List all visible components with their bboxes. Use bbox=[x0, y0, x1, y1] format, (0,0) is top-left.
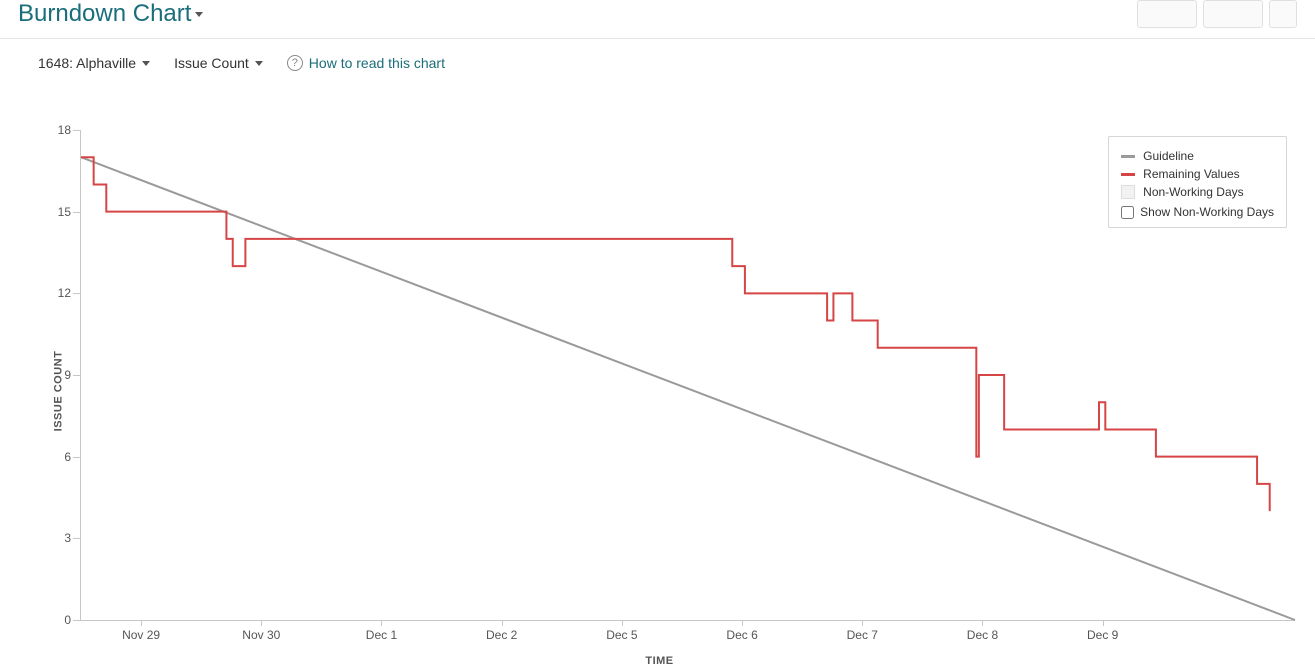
x-tick-label: Dec 6 bbox=[726, 620, 757, 642]
y-tick-label: 3 bbox=[64, 531, 81, 545]
metric-dropdown-label: Issue Count bbox=[174, 55, 249, 71]
legend-toggle-nonworking[interactable]: Show Non-Working Days bbox=[1121, 205, 1274, 219]
chevron-down-icon bbox=[195, 12, 203, 17]
x-axis-title: TIME bbox=[645, 655, 673, 667]
header-button-3[interactable] bbox=[1269, 0, 1297, 28]
chart-controls: 1648: Alphaville Issue Count ? How to re… bbox=[0, 39, 1315, 77]
y-tick-label: 6 bbox=[64, 450, 81, 464]
legend-toggle-label: Show Non-Working Days bbox=[1140, 205, 1274, 219]
question-circle-icon: ? bbox=[287, 55, 303, 71]
metric-dropdown[interactable]: Issue Count bbox=[174, 55, 263, 71]
legend-swatch bbox=[1121, 185, 1135, 199]
show-nonworking-checkbox[interactable] bbox=[1121, 206, 1134, 219]
series-remaining-values bbox=[81, 157, 1270, 511]
x-tick-label: Dec 8 bbox=[967, 620, 998, 642]
header-actions bbox=[1137, 0, 1297, 28]
x-tick-label: Dec 5 bbox=[606, 620, 637, 642]
x-tick-label: Dec 7 bbox=[847, 620, 878, 642]
legend-label: Non-Working Days bbox=[1143, 185, 1243, 199]
y-axis-title: ISSUE COUNT bbox=[52, 350, 64, 431]
y-tick-label: 0 bbox=[64, 613, 81, 627]
chart-legend: Guideline Remaining Values Non-Working D… bbox=[1108, 136, 1287, 228]
legend-item-guideline: Guideline bbox=[1121, 149, 1274, 163]
header-button-2[interactable] bbox=[1203, 0, 1263, 28]
legend-label: Guideline bbox=[1143, 149, 1194, 163]
sprint-dropdown-label: 1648: Alphaville bbox=[38, 55, 136, 71]
legend-item-remaining: Remaining Values bbox=[1121, 167, 1274, 181]
legend-swatch bbox=[1121, 173, 1135, 176]
y-tick-label: 15 bbox=[58, 205, 81, 219]
legend-label: Remaining Values bbox=[1143, 167, 1240, 181]
legend-swatch bbox=[1121, 155, 1135, 158]
help-link[interactable]: ? How to read this chart bbox=[287, 55, 445, 71]
x-tick-label: Dec 2 bbox=[486, 620, 517, 642]
y-tick-label: 12 bbox=[58, 286, 81, 300]
x-tick-label: Dec 9 bbox=[1087, 620, 1118, 642]
help-link-text: How to read this chart bbox=[309, 55, 445, 71]
sprint-dropdown[interactable]: 1648: Alphaville bbox=[38, 55, 150, 71]
x-tick-label: Dec 1 bbox=[366, 620, 397, 642]
page-title-text: Burndown Chart bbox=[18, 0, 191, 28]
chevron-down-icon bbox=[142, 61, 150, 66]
x-tick-label: Nov 30 bbox=[242, 620, 280, 642]
x-tick-label: Nov 29 bbox=[122, 620, 160, 642]
legend-item-nonworking: Non-Working Days bbox=[1121, 185, 1274, 199]
page-title-dropdown[interactable]: Burndown Chart bbox=[18, 0, 203, 28]
y-tick-label: 18 bbox=[58, 123, 81, 137]
header-button-1[interactable] bbox=[1137, 0, 1197, 28]
y-tick-label: 9 bbox=[64, 368, 81, 382]
chart-plot: Guideline Remaining Values Non-Working D… bbox=[80, 130, 1295, 621]
chevron-down-icon bbox=[255, 61, 263, 66]
chart-area: ISSUE COUNT TIME Guideline Remaining Val… bbox=[18, 120, 1301, 661]
